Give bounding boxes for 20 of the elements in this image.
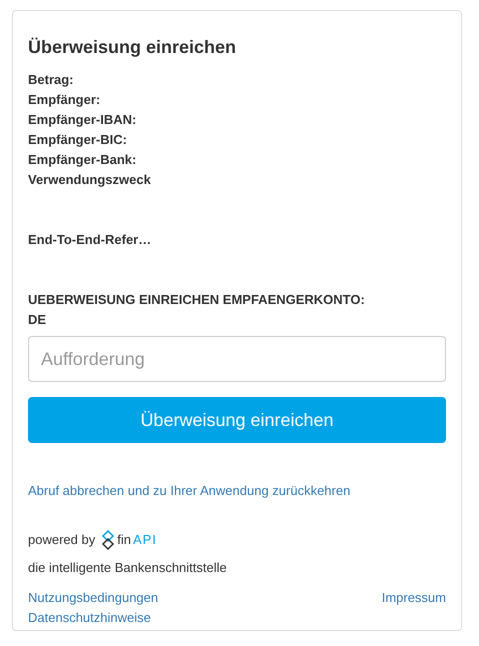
detail-label: Empfänger: — [28, 91, 100, 109]
powered-by-text: powered by — [28, 531, 96, 550]
logo: finAPI — [101, 530, 157, 550]
detail-label: Betrag: — [28, 71, 74, 89]
logo-icon — [101, 530, 116, 550]
detail-label: Verwendungszweck — [28, 171, 151, 189]
account-heading: UEBERWEISUNG EINREICHEN EMPFAENGERKONTO: — [28, 291, 366, 309]
imprint-link[interactable]: Impressum — [382, 588, 446, 608]
privacy-link[interactable]: Datenschutzhinweise — [28, 608, 446, 628]
detail-label: Empfänger-Bank: — [28, 151, 136, 169]
cancel-link[interactable]: Abruf abbrechen und zu Ihrer Anwendung zurückkehren — [28, 483, 350, 498]
detail-label: Empfänger-IBAN: — [28, 111, 136, 129]
account-value: DE — [28, 311, 48, 329]
submit-button[interactable]: Überweisung einreichen — [28, 397, 446, 443]
input-field[interactable]: Aufforderung — [28, 336, 446, 382]
terms-link[interactable]: Nutzungsbedingungen — [28, 588, 158, 608]
reference-label: End-To-End-Refer… — [28, 231, 152, 249]
detail-label: Empfänger-BIC: — [28, 131, 127, 149]
tagline: die intelligente Bankenschnittstelle — [28, 559, 228, 577]
form-title: Überweisung einreichen — [28, 36, 238, 59]
